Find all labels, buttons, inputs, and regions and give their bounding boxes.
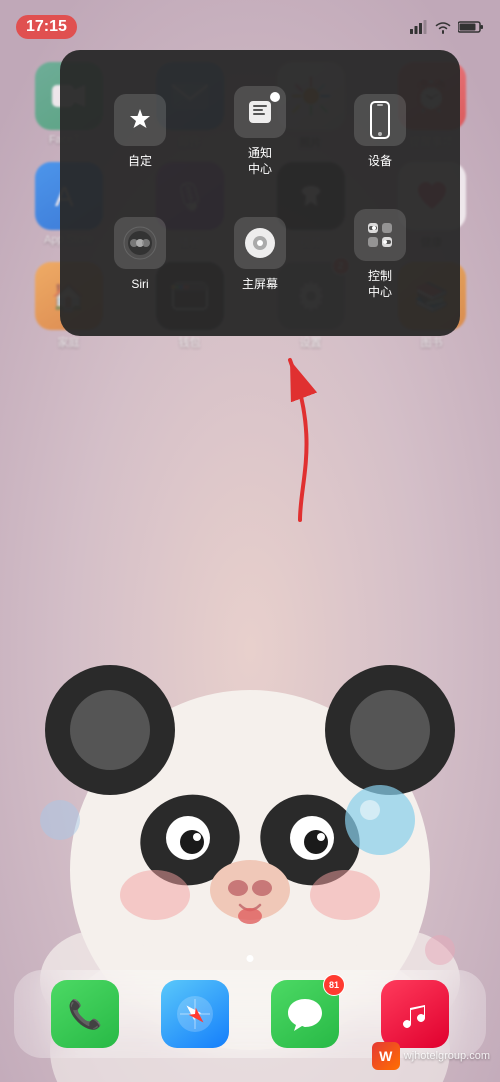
- watermark-text: wjhotelgroup.com: [404, 1050, 490, 1062]
- control-center-icon: [354, 209, 406, 261]
- battery-icon: [458, 20, 484, 34]
- star-icon: [114, 94, 166, 146]
- homescreen-label: 主屏幕: [242, 277, 278, 293]
- menu-item-homescreen[interactable]: 主屏幕: [200, 193, 320, 316]
- notification-center-label: 通知中心: [248, 146, 272, 177]
- menu-item-customize[interactable]: 自定: [80, 70, 200, 193]
- status-time: 17:15: [16, 15, 77, 39]
- messages-badge: 81: [323, 974, 345, 996]
- notification-dot: [270, 92, 280, 102]
- menu-item-control-center[interactable]: 控制中心: [320, 193, 440, 316]
- menu-item-siri[interactable]: Siri: [80, 193, 200, 316]
- page-dots: [247, 955, 254, 962]
- home-label: 家庭: [58, 334, 80, 350]
- notification-icon: [234, 86, 286, 138]
- dock-music[interactable]: [381, 980, 449, 1048]
- status-bar: 17:15: [0, 0, 500, 44]
- watermark: W wjhotelgroup.com: [372, 1042, 490, 1070]
- menu-item-device[interactable]: 设备: [320, 70, 440, 193]
- context-menu: 自定 通知中心 设备: [60, 50, 460, 336]
- device-icon: [354, 94, 406, 146]
- device-label: 设备: [368, 154, 392, 170]
- page-dot-0: [247, 955, 254, 962]
- books-label: 图书: [421, 334, 443, 350]
- dock-messages[interactable]: 81: [271, 980, 339, 1048]
- wifi-icon: [434, 20, 452, 34]
- arrow-indicator: [240, 340, 360, 540]
- homescreen-icon: [234, 217, 286, 269]
- signal-icon: [410, 20, 428, 34]
- siri-icon: [114, 217, 166, 269]
- customize-label: 自定: [128, 154, 152, 170]
- status-icons: [410, 20, 484, 34]
- wallet-label: 钱包: [179, 334, 201, 350]
- menu-item-notification-center[interactable]: 通知中心: [200, 70, 320, 193]
- dock-phone[interactable]: 📞: [51, 980, 119, 1048]
- siri-label: Siri: [131, 277, 148, 293]
- control-center-label: 控制中心: [368, 269, 392, 300]
- watermark-logo: W: [372, 1042, 400, 1070]
- dock-safari[interactable]: [161, 980, 229, 1048]
